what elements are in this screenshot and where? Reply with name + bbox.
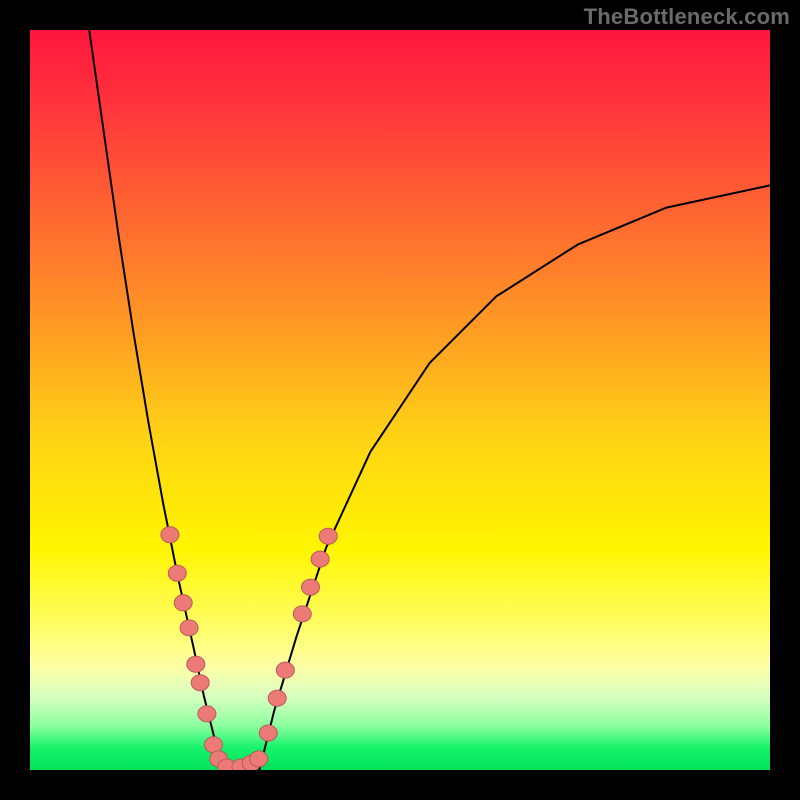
data-dot [187, 656, 205, 672]
data-dot [191, 675, 209, 691]
data-dot [293, 606, 311, 622]
data-dot [259, 725, 277, 741]
data-dots [161, 527, 337, 770]
data-dot [268, 690, 286, 706]
data-dot [311, 551, 329, 567]
curve-layer [30, 30, 770, 770]
data-dot [198, 706, 216, 722]
chart-stage: TheBottleneck.com [0, 0, 800, 800]
data-dot [302, 579, 320, 595]
data-dot [250, 751, 268, 767]
data-dot [319, 528, 337, 544]
watermark-text: TheBottleneck.com [584, 4, 790, 30]
data-dot [276, 662, 294, 678]
data-dot [205, 737, 223, 753]
data-dot [161, 527, 179, 543]
data-dot [174, 595, 192, 611]
data-dot [180, 620, 198, 636]
data-dot [168, 565, 186, 581]
